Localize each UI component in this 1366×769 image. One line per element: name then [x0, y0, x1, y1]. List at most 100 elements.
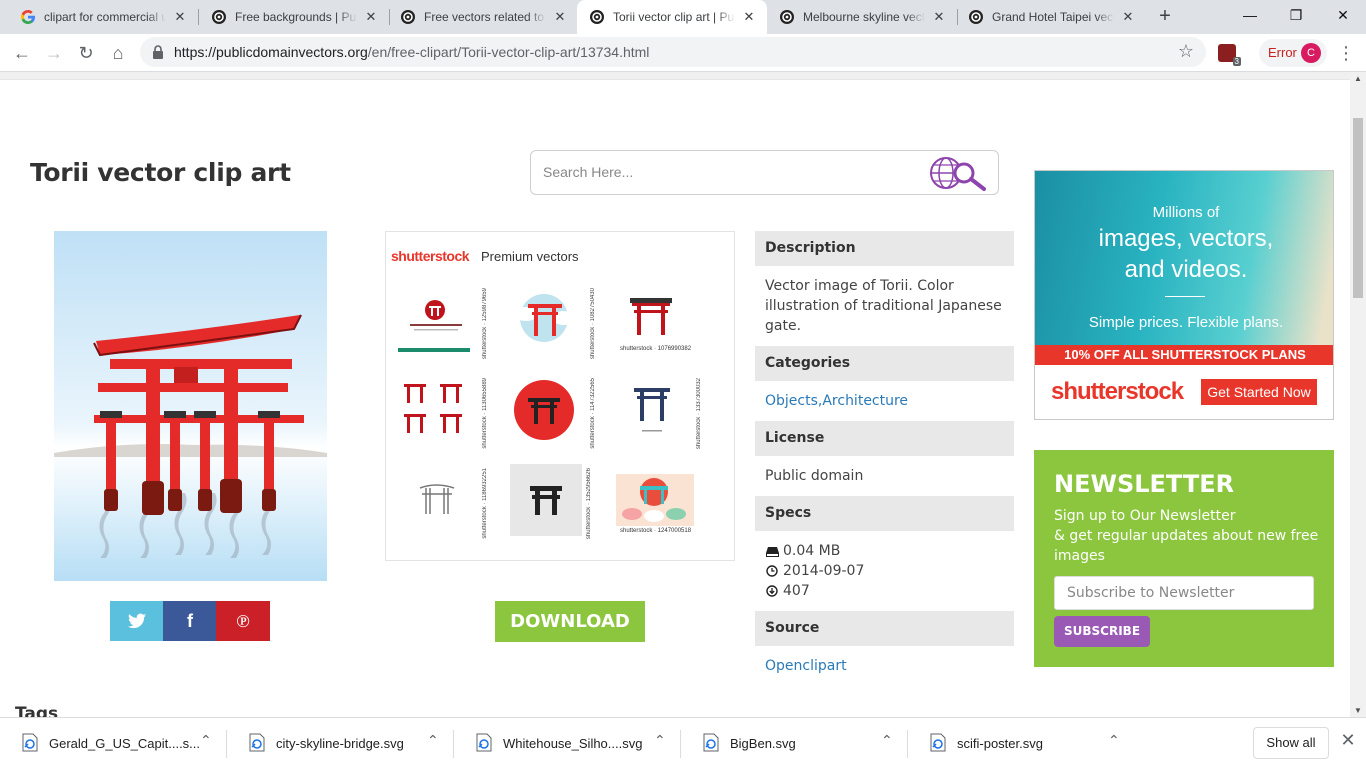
- tab-close-icon[interactable]: ✕: [741, 9, 757, 25]
- chevron-up-icon[interactable]: ⌃: [1108, 732, 1120, 749]
- clock-icon: [765, 564, 779, 578]
- download-shelf: Gerald_G_US_Capit....s... ⌃ city-skyline…: [0, 717, 1366, 768]
- pdv-icon: [968, 9, 984, 25]
- search-input[interactable]: Search Here...: [543, 164, 633, 180]
- premium-label: Premium vectors: [481, 249, 579, 264]
- newsletter-box: NEWSLETTER Sign up to Our Newsletter & ge…: [1034, 450, 1334, 667]
- page-scrollbar[interactable]: ▲ ▼: [1350, 72, 1366, 717]
- twitter-share-button[interactable]: [110, 601, 164, 641]
- facebook-share-button[interactable]: f: [163, 601, 217, 641]
- chevron-up-icon[interactable]: ⌃: [881, 732, 893, 749]
- forward-icon[interactable]: →: [40, 40, 68, 66]
- scrollbar-thumb[interactable]: [1353, 118, 1363, 298]
- download-item[interactable]: scifi-poster.svg ⌃: [908, 718, 1135, 769]
- categories-link[interactable]: Objects,Architecture: [765, 391, 1005, 411]
- newsletter-text: Sign up to Our Newsletter & get regular u…: [1054, 506, 1324, 566]
- download-button[interactable]: DOWNLOAD: [495, 601, 645, 642]
- torii-main-image[interactable]: [54, 231, 327, 581]
- thumb-watermark: shutterstock · 1259879659: [482, 288, 488, 360]
- premium-thumb[interactable]: shutterstock · 1186932251: [398, 464, 488, 539]
- premium-thumb[interactable]: shutterstock · 1130655889: [398, 374, 488, 449]
- lock-icon: [153, 45, 163, 59]
- premium-thumb[interactable]: shutterstock · 1247000518: [612, 464, 694, 536]
- tab-label: Melbourne skyline vector: [803, 10, 925, 24]
- tab-label: Free backgrounds | Public: [235, 10, 357, 24]
- premium-thumb[interactable]: shutterstock · 1259879659: [398, 284, 488, 359]
- shutterstock-ad[interactable]: Millions of images, vectors, and videos. …: [1034, 170, 1334, 420]
- thumb-watermark: shutterstock · 1076990382: [620, 346, 692, 352]
- tab-free-backgrounds[interactable]: Free backgrounds | Public ✕: [199, 0, 389, 34]
- premium-thumb[interactable]: shutterstock · 1082750430: [506, 284, 596, 359]
- window-close-icon[interactable]: ✕: [1320, 0, 1366, 30]
- shelf-close-icon[interactable]: ✕: [1338, 730, 1358, 754]
- new-tab-icon[interactable]: +: [1153, 5, 1177, 29]
- subscribe-button[interactable]: SUBSCRIBE: [1054, 616, 1150, 647]
- newsletter-heading: NEWSLETTER: [1054, 470, 1235, 498]
- pdv-icon: [400, 9, 416, 25]
- download-filename: Whitehouse_Silho....svg: [503, 736, 643, 751]
- tab-label: Grand Hotel Taipei vector: [992, 10, 1114, 24]
- facebook-icon: f: [187, 610, 193, 631]
- tab-google-search[interactable]: clipart for commercial use ✕: [8, 0, 198, 34]
- file-icon: [703, 733, 719, 752]
- newsletter-email-input[interactable]: Subscribe to Newsletter: [1054, 576, 1314, 610]
- tab-grand-hotel[interactable]: Grand Hotel Taipei vector ✕: [956, 0, 1146, 34]
- shutterstock-logo: shutterstock: [391, 248, 470, 264]
- tab-torii-active[interactable]: Torii vector clip art | Pub ✕: [577, 0, 767, 34]
- premium-thumb[interactable]: shutterstock · 1076990382: [612, 284, 692, 356]
- license-text: Public domain: [765, 468, 864, 484]
- back-icon[interactable]: ←: [8, 40, 36, 66]
- download-filename: BigBen.svg: [730, 736, 796, 751]
- tab-close-icon[interactable]: ✕: [172, 9, 188, 25]
- premium-vectors-panel[interactable]: shutterstock Premium vectors shutterstoc…: [385, 231, 735, 561]
- chevron-up-icon[interactable]: ⌃: [200, 732, 212, 749]
- tab-free-vectors[interactable]: Free vectors related to c ✕: [388, 0, 578, 34]
- pinterest-share-button[interactable]: ℗: [216, 601, 270, 641]
- get-started-button[interactable]: Get Started Now: [1201, 379, 1317, 405]
- bookmark-star-icon[interactable]: ☆: [1178, 41, 1194, 62]
- chevron-up-icon[interactable]: ⌃: [427, 732, 439, 749]
- tab-close-icon[interactable]: ✕: [552, 9, 568, 25]
- premium-thumb[interactable]: shutterstock · 1147322565: [506, 374, 596, 449]
- scroll-up-icon[interactable]: ▲: [1350, 74, 1366, 83]
- chevron-up-icon[interactable]: ⌃: [654, 732, 666, 749]
- thumb-watermark: shutterstock · 1247000518: [620, 528, 692, 534]
- extension-icon[interactable]: 3: [1218, 44, 1241, 66]
- premium-thumb[interactable]: shutterstock · 1337300032: [612, 374, 702, 449]
- download-item[interactable]: city-skyline-bridge.svg ⌃: [227, 718, 454, 769]
- url-text: https://publicdomainvectors.org/en/free-…: [174, 44, 649, 60]
- source-link[interactable]: Openclipart: [765, 656, 1005, 676]
- specs-list: 0.04 MB 2014-09-07 407: [765, 541, 1005, 601]
- profile-error-button[interactable]: Error C: [1259, 39, 1327, 67]
- file-icon: [930, 733, 946, 752]
- show-all-button[interactable]: Show all: [1253, 727, 1329, 759]
- reload-icon[interactable]: ↻: [72, 40, 100, 66]
- thumb-watermark: shutterstock · 1352956626: [586, 468, 592, 540]
- error-label: Error: [1268, 45, 1297, 60]
- address-bar[interactable]: https://publicdomainvectors.org/en/free-…: [140, 37, 1206, 67]
- thumb-watermark: shutterstock · 1130655889: [482, 378, 488, 449]
- tab-close-icon[interactable]: ✕: [931, 9, 947, 25]
- thumb-watermark: shutterstock · 1082750430: [590, 288, 596, 360]
- tab-close-icon[interactable]: ✕: [363, 9, 379, 25]
- download-filename: scifi-poster.svg: [957, 736, 1043, 751]
- minimize-icon[interactable]: —: [1227, 0, 1273, 30]
- spec-date: 2014-09-07: [765, 561, 1005, 581]
- home-icon[interactable]: ⌂: [104, 40, 132, 66]
- newsletter-line-1: Sign up to Our Newsletter: [1054, 508, 1236, 524]
- maximize-icon[interactable]: ❐: [1273, 0, 1319, 30]
- menu-dots-icon[interactable]: ⋮: [1336, 40, 1356, 66]
- search-globe-icon[interactable]: [928, 155, 988, 191]
- ad-divider: [1165, 296, 1205, 297]
- description-text: Vector image of Torii. Color illustratio…: [765, 278, 1002, 334]
- search-box[interactable]: Search Here...: [530, 150, 999, 195]
- download-item[interactable]: BigBen.svg ⌃: [681, 718, 908, 769]
- download-item[interactable]: Whitehouse_Silho....svg ⌃: [454, 718, 681, 769]
- tab-melbourne[interactable]: Melbourne skyline vector ✕: [767, 0, 957, 34]
- tab-close-icon[interactable]: ✕: [1120, 9, 1136, 25]
- premium-thumb[interactable]: shutterstock · 1352956626: [510, 464, 592, 539]
- scroll-down-icon[interactable]: ▼: [1350, 706, 1366, 715]
- page-title: Torii vector clip art: [30, 158, 291, 187]
- ad-line-4: Simple prices. Flexible plans.: [1088, 314, 1284, 331]
- download-item[interactable]: Gerald_G_US_Capit....s... ⌃: [0, 718, 227, 769]
